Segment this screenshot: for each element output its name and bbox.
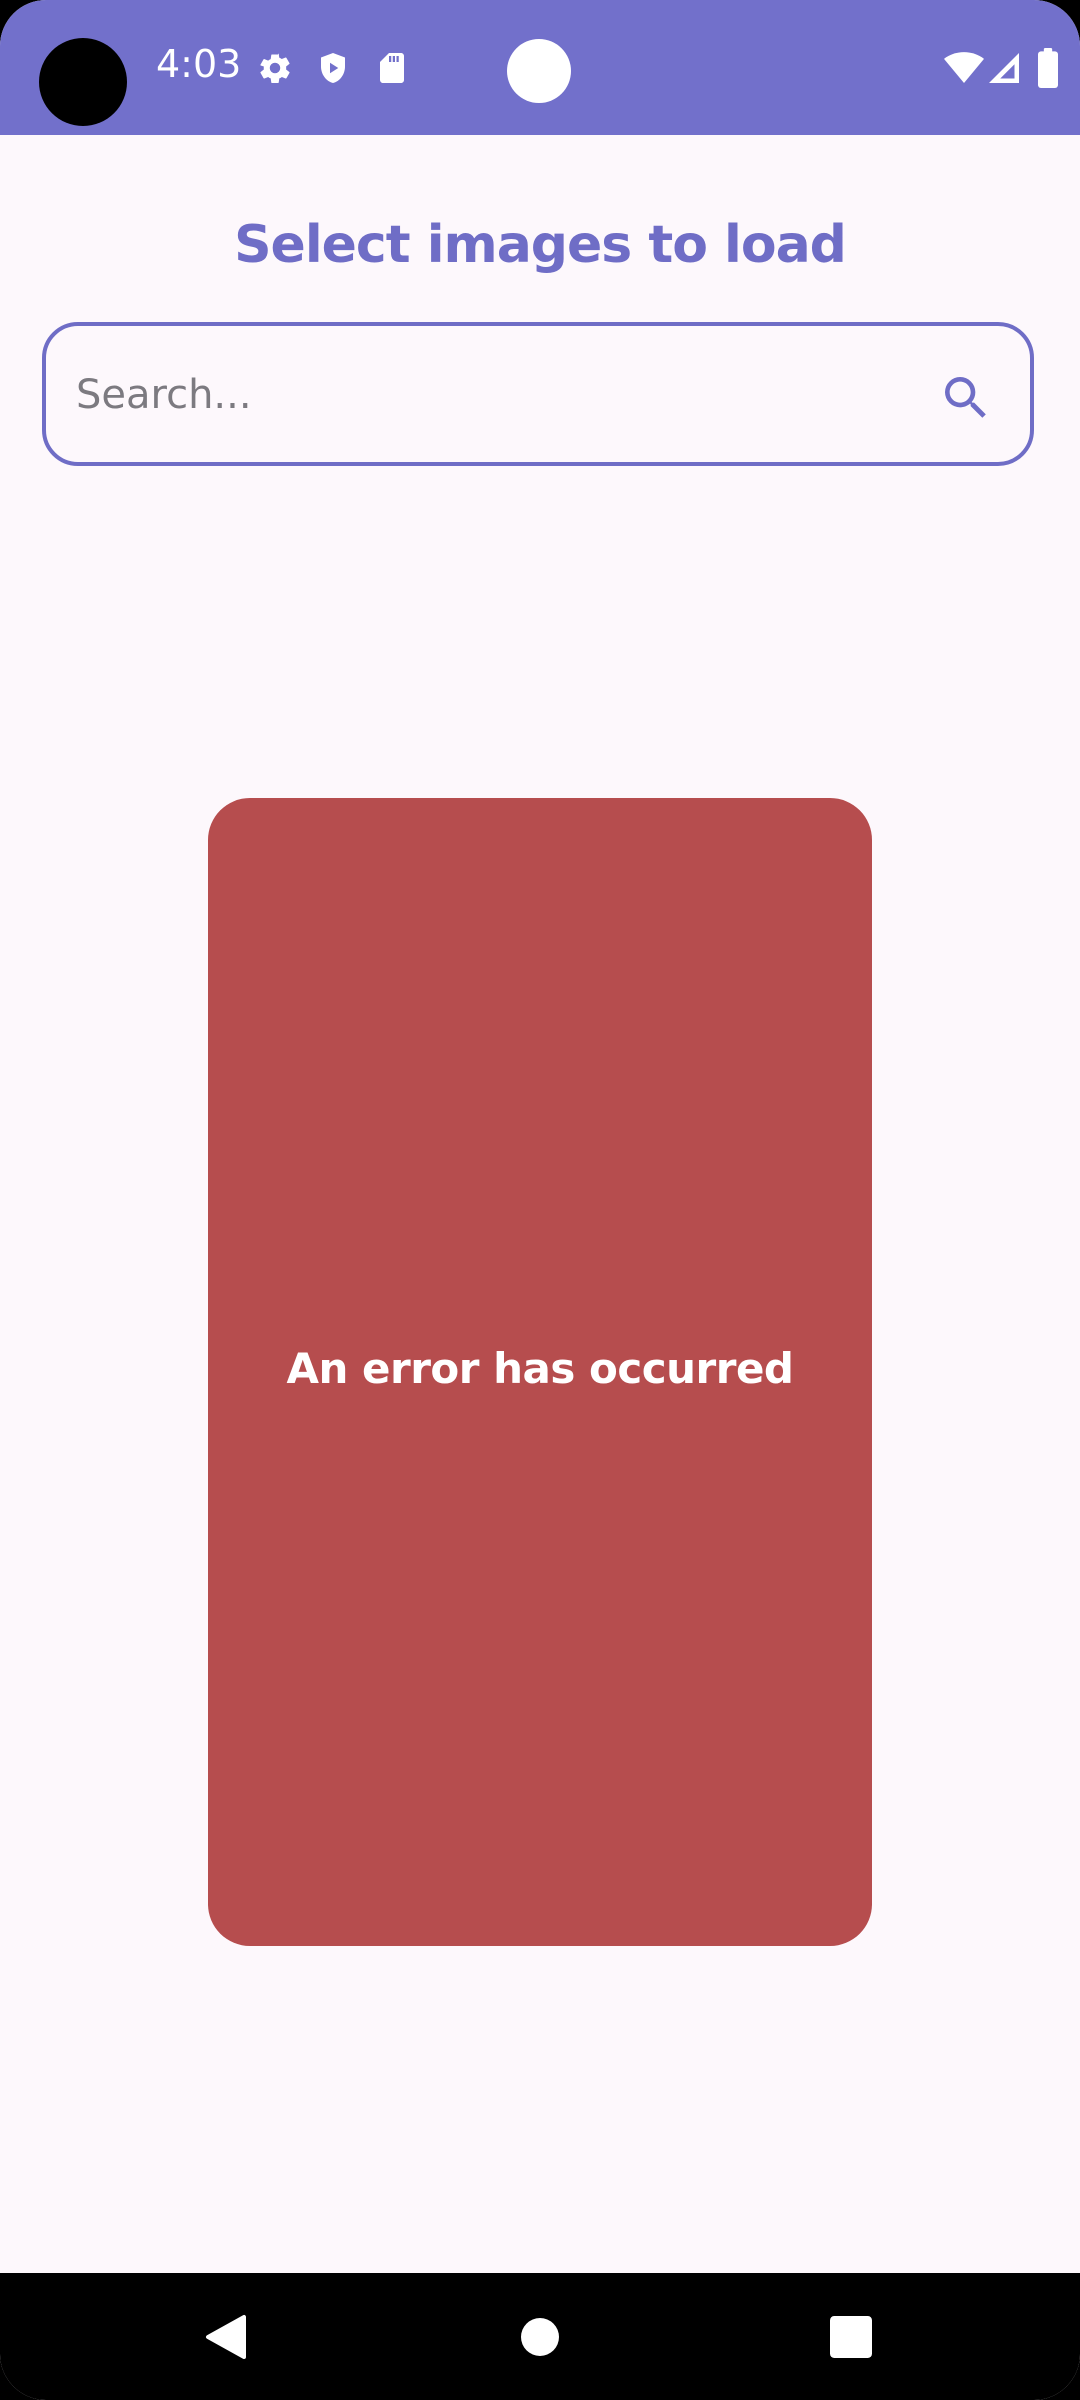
status-time: 4:03 <box>156 42 242 86</box>
home-button[interactable] <box>480 2273 600 2400</box>
search-input[interactable] <box>74 326 898 464</box>
cellular-signal-icon <box>986 50 1022 86</box>
search-bar[interactable] <box>42 322 1034 466</box>
page-title: Select images to load <box>234 215 847 275</box>
camera-cutout <box>39 38 127 126</box>
recents-button[interactable] <box>791 2273 911 2400</box>
app-screen: 4:03 Select images to load An error has … <box>0 0 1080 2400</box>
status-bar: 4:03 <box>0 0 1080 135</box>
sd-card-icon <box>374 50 410 86</box>
battery-icon <box>1036 48 1060 88</box>
navigation-bar <box>0 2273 1080 2400</box>
error-message: An error has occurred <box>286 1344 794 1393</box>
recents-icon <box>830 2315 872 2358</box>
error-card: An error has occurred <box>208 798 872 1946</box>
home-icon <box>520 2317 560 2357</box>
search-icon[interactable] <box>938 370 994 426</box>
status-indicator-dot <box>507 39 571 103</box>
back-icon <box>204 2313 248 2361</box>
settings-gear-icon <box>257 50 293 86</box>
shield-play-icon <box>315 50 351 86</box>
back-button[interactable] <box>166 2273 286 2400</box>
wifi-icon <box>944 48 984 88</box>
